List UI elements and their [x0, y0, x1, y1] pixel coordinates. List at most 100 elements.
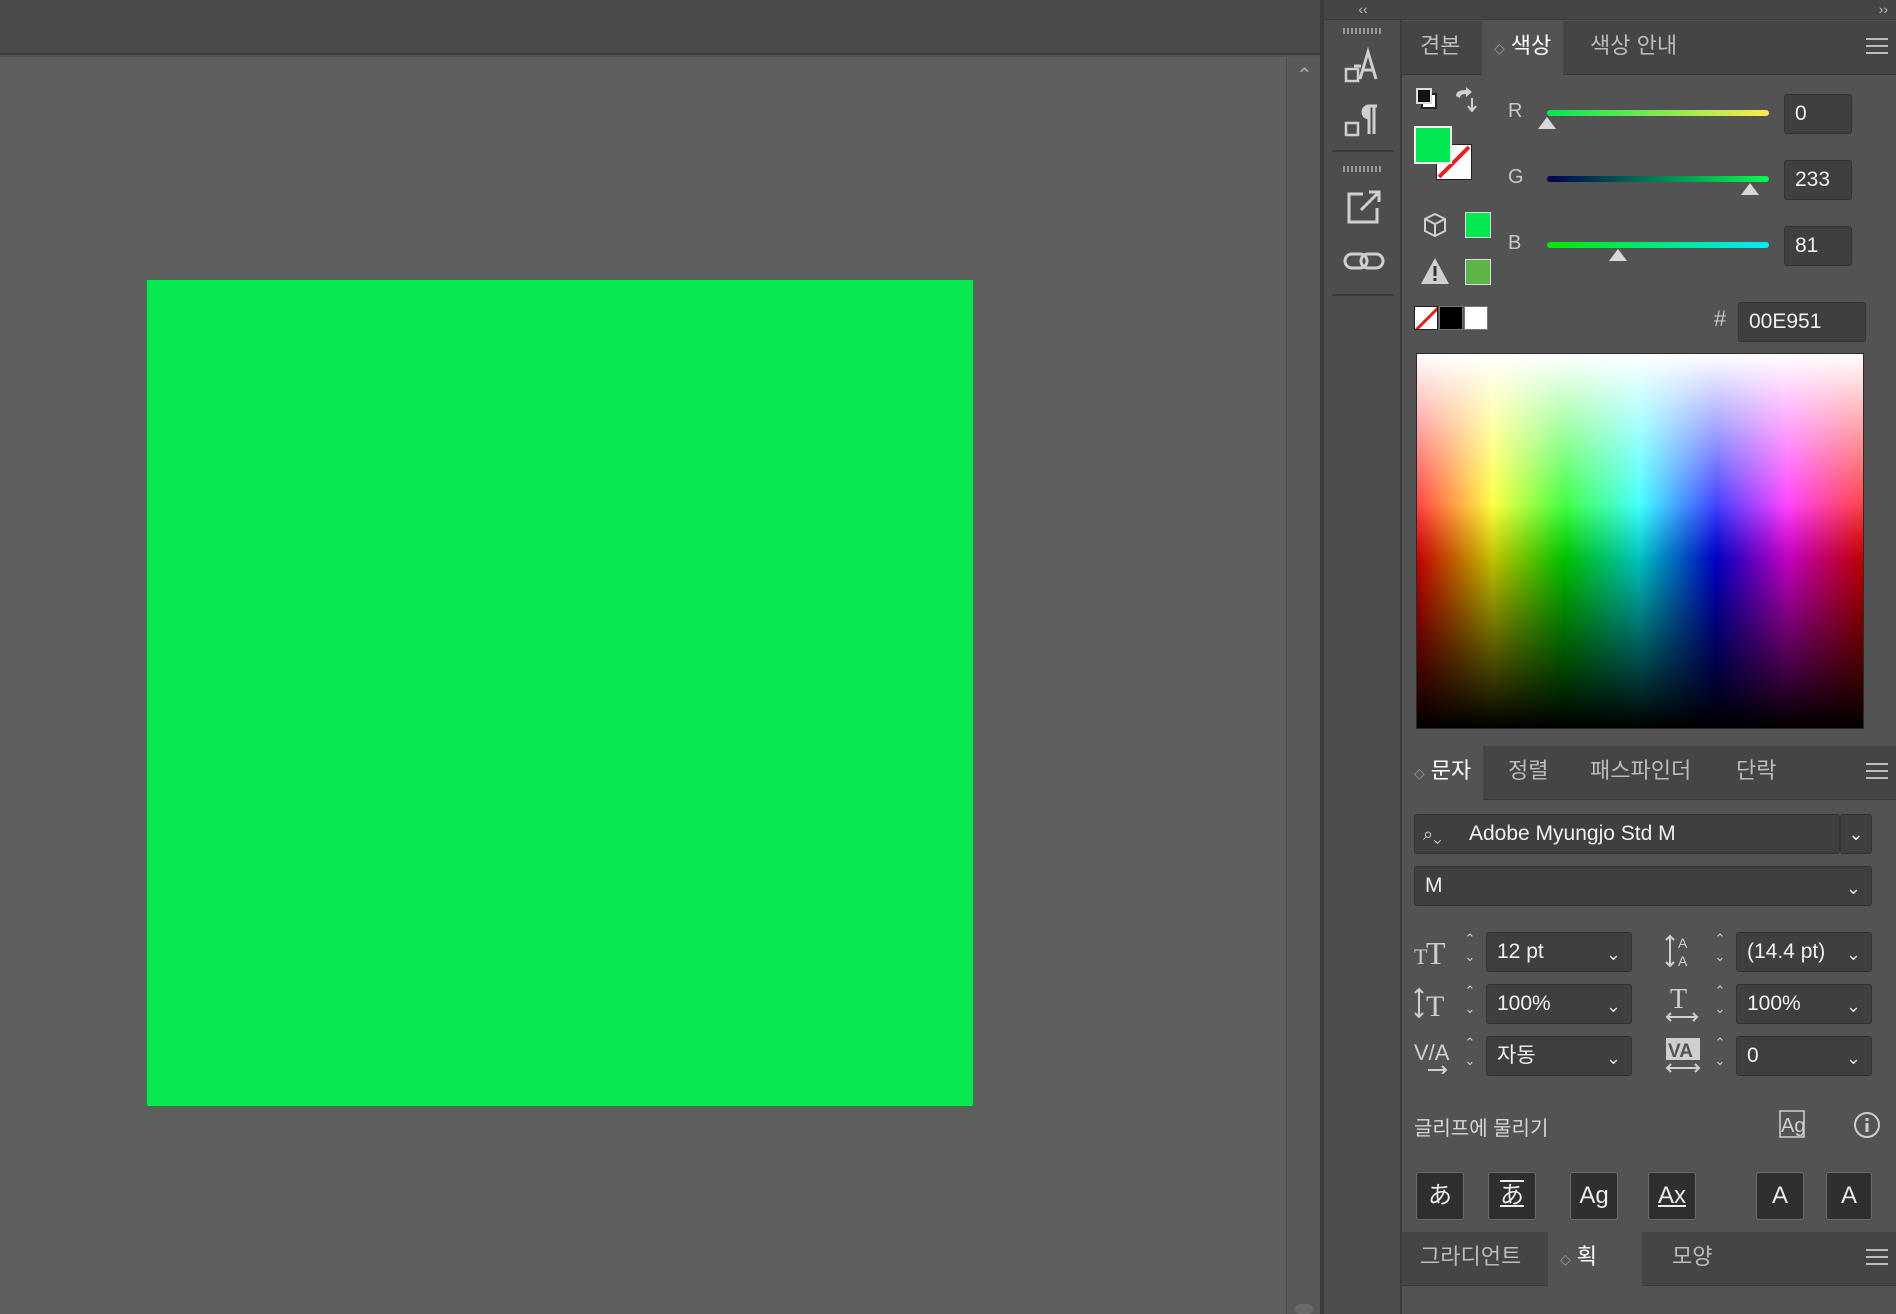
b-label: B — [1508, 232, 1522, 254]
tab-grip-icon: ◇ — [1560, 1251, 1571, 1267]
chevron-down-icon: ⌄ — [1845, 1048, 1861, 1068]
warning-icon[interactable] — [1420, 256, 1450, 286]
horizontal-scale-stepper[interactable]: ⌃ ⌄ — [1708, 982, 1732, 1026]
appearance-panel-tabs: 그라디언트 ◇ 획 모양 — [1402, 1232, 1896, 1287]
panel-icon-strip: ‹‹ — [1324, 0, 1402, 1314]
tab-appearance[interactable]: 모양 — [1660, 1232, 1724, 1286]
vertical-scale-stepper[interactable]: ⌃ ⌄ — [1458, 982, 1482, 1026]
collapse-panel-button[interactable]: ›› — [1402, 0, 1896, 20]
snap-to-glyph-label: 글리프에 물리기 — [1414, 1118, 1549, 1140]
tab-character[interactable]: ◇ 문자 — [1402, 746, 1484, 801]
kerning-icon: V/A — [1414, 1040, 1450, 1074]
r-value-field[interactable]: 0 — [1784, 94, 1852, 134]
strip-grip[interactable] — [1343, 166, 1383, 172]
chevron-down-icon: ⌄ — [1605, 1048, 1621, 1068]
tab-stroke[interactable]: ◇ 획 — [1548, 1232, 1642, 1287]
r-slider[interactable] — [1547, 110, 1769, 116]
strip-grip[interactable] — [1343, 28, 1383, 34]
kerning-value: 자동 — [1497, 1044, 1536, 1067]
g-slider-handle[interactable] — [1740, 183, 1759, 195]
hex-value-field[interactable]: 00E951 — [1738, 302, 1866, 342]
swap-fill-stroke-icon[interactable] — [1452, 86, 1478, 112]
g-value-field[interactable]: 233 — [1784, 160, 1852, 200]
vertical-scale-field[interactable]: 100% ⌄ — [1486, 984, 1632, 1024]
snap-icf-box-button[interactable]: あ — [1488, 1172, 1536, 1220]
g-label: G — [1508, 166, 1524, 188]
chevron-down-icon: ⌄ — [1848, 824, 1864, 844]
tab-color-guide[interactable]: 색상 안내 — [1578, 21, 1689, 75]
out-of-gamut-swatch[interactable] — [1465, 259, 1491, 285]
tab-paragraph[interactable]: 단락 — [1724, 746, 1788, 800]
svg-text:A: A — [1678, 935, 1688, 951]
font-family-field[interactable]: Adobe Myungjo Std M ⌕⌄ — [1414, 814, 1840, 854]
leading-stepper[interactable]: ⌃ ⌄ — [1708, 930, 1732, 974]
panel-menu-icon[interactable] — [1866, 38, 1888, 56]
hex-label: # — [1714, 306, 1727, 331]
leading-icon: AA — [1665, 934, 1688, 969]
g-slider[interactable] — [1547, 176, 1769, 182]
snap-glyph-toggle-icon[interactable]: Ag — [1778, 1108, 1814, 1142]
tab-align[interactable]: 정렬 — [1496, 746, 1560, 800]
r-slider-handle[interactable] — [1538, 117, 1556, 129]
search-icon[interactable]: ⌕⌄ — [1423, 815, 1442, 853]
character-styles-icon[interactable] — [1341, 44, 1387, 90]
vertical-scrollbar[interactable]: ⌃ — [1286, 57, 1320, 1314]
scroll-thumb[interactable] — [1295, 1304, 1313, 1314]
font-style-dropdown[interactable]: M ⌄ — [1414, 866, 1872, 906]
svg-text:T: T — [1426, 935, 1446, 968]
svg-text:A: A — [1678, 953, 1688, 969]
black-swatch[interactable] — [1439, 306, 1463, 330]
color-panel-tabs: 견본 ◇ 색상 색상 안내 — [1402, 21, 1896, 76]
panel-menu-icon[interactable] — [1866, 1249, 1888, 1267]
snap-em-box-button[interactable]: あ — [1416, 1172, 1464, 1220]
font-size-stepper[interactable]: ⌃ ⌄ — [1458, 930, 1482, 974]
b-slider-handle[interactable] — [1608, 249, 1627, 261]
panel-menu-icon[interactable] — [1866, 763, 1888, 781]
chevron-down-icon: ⌄ — [1845, 944, 1861, 964]
tracking-field[interactable]: 0 ⌄ — [1736, 1036, 1872, 1076]
green-rectangle[interactable] — [146, 279, 974, 1107]
font-size-value: 12 pt — [1497, 940, 1544, 963]
snap-angular-guides-button[interactable]: A — [1756, 1172, 1804, 1220]
web-safe-swatch[interactable] — [1465, 212, 1491, 238]
font-size-field[interactable]: 12 pt ⌄ — [1486, 932, 1632, 972]
canvas-area[interactable] — [0, 57, 1286, 1314]
tab-color-label: 색상 — [1510, 33, 1552, 58]
color-spectrum[interactable] — [1416, 353, 1864, 729]
leading-field[interactable]: (14.4 pt) ⌄ — [1736, 932, 1872, 972]
fill-swatch[interactable] — [1414, 126, 1452, 164]
font-family-dropdown[interactable]: ⌄ — [1840, 814, 1872, 854]
tab-color[interactable]: ◇ 색상 — [1482, 21, 1564, 76]
tab-gradient[interactable]: 그라디언트 — [1408, 1232, 1533, 1286]
svg-text:Ag: Ag — [1781, 1115, 1805, 1137]
default-fill-stroke-icon[interactable] — [1414, 86, 1440, 112]
tracking-stepper[interactable]: ⌃ ⌄ — [1708, 1034, 1732, 1078]
chevron-up-icon[interactable]: ⌃ — [1296, 63, 1313, 88]
export-icon[interactable] — [1341, 184, 1387, 230]
horizontal-scale-field[interactable]: 100% ⌄ — [1736, 984, 1872, 1024]
tab-grip-icon: ◇ — [1414, 765, 1425, 781]
kerning-stepper[interactable]: ⌃ ⌄ — [1458, 1034, 1482, 1078]
tab-stroke-label: 획 — [1576, 1244, 1598, 1269]
leading-value: (14.4 pt) — [1747, 940, 1826, 963]
none-swatch[interactable] — [1414, 306, 1438, 330]
strip-separator — [1332, 294, 1394, 296]
tab-pathfinder[interactable]: 패스파인더 — [1578, 746, 1703, 800]
out-of-web-gamut-icon[interactable] — [1422, 212, 1448, 238]
character-panel-tabs: ◇ 문자 정렬 패스파인더 단락 — [1402, 746, 1896, 801]
snap-anchor-point-button[interactable]: A — [1826, 1172, 1872, 1220]
white-swatch[interactable] — [1464, 306, 1488, 330]
collapse-strip-button[interactable]: ‹‹ — [1324, 0, 1402, 20]
snap-glyph-bounds-button[interactable]: Ag — [1570, 1172, 1618, 1220]
svg-text:VA: VA — [1668, 1041, 1693, 1062]
info-icon[interactable] — [1852, 1110, 1882, 1140]
font-size-icon: TT — [1414, 935, 1446, 968]
paragraph-styles-icon[interactable] — [1341, 98, 1387, 144]
kerning-field[interactable]: 자동 ⌄ — [1486, 1036, 1632, 1076]
tab-swatches[interactable]: 견본 — [1408, 21, 1472, 75]
b-slider[interactable] — [1547, 242, 1769, 248]
snap-baseline-button[interactable]: Ax — [1648, 1172, 1696, 1220]
horizontal-scale-icon: T — [1665, 984, 1699, 1022]
links-icon[interactable] — [1341, 238, 1387, 284]
b-value-field[interactable]: 81 — [1784, 226, 1852, 266]
